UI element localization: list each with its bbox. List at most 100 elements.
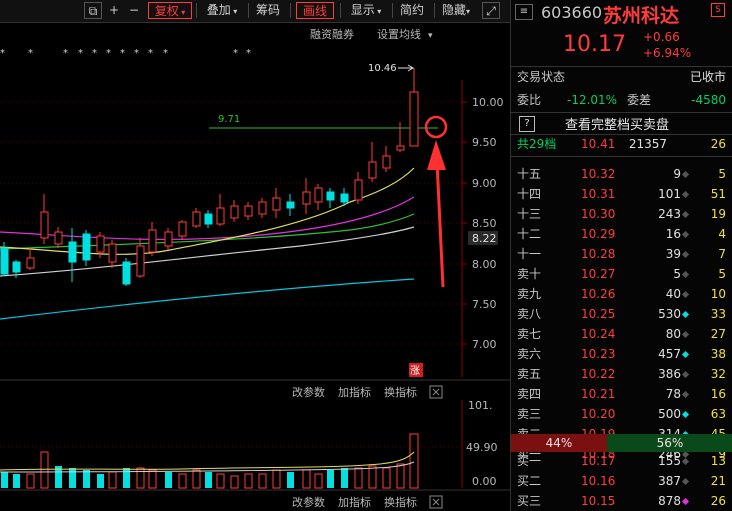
level-price: 10.24 (581, 327, 616, 341)
orderbook-row[interactable]: 买二 10.16 387 21 (515, 472, 729, 491)
orderbook-row[interactable]: 卖五 10.22 386 32 (515, 365, 729, 384)
level-count: 38 (710, 347, 726, 361)
sell-ratio-bar: 56% (607, 434, 732, 452)
jianjie-button[interactable]: 简约 (396, 2, 428, 19)
order-ratio-label: 委比 (517, 93, 542, 107)
diejia-dropdown[interactable]: 叠加 ▾ (200, 2, 244, 19)
orderbook-row[interactable]: 卖四 10.21 78 16 (515, 385, 729, 404)
orderbook-row[interactable]: 卖三 10.20 500 63 (515, 405, 729, 424)
stock-name: 苏州科达 (603, 5, 680, 27)
orderbook-row[interactable]: 卖十 10.27 5 5 (515, 265, 729, 284)
level-volume: 101 (658, 187, 681, 201)
level-label: 卖六 (517, 347, 542, 361)
huaxian-button[interactable]: 画线 (296, 2, 334, 19)
full-orderbook-link[interactable]: 查看完整档买卖盘 (565, 114, 669, 133)
volume-tick: 101. (468, 399, 493, 412)
total-levels-row: 共29档 10.41 21357 26 (515, 135, 729, 154)
divider (511, 66, 732, 67)
level-count: 10 (710, 287, 726, 301)
fullscreen-icon[interactable]: ⤢ (482, 2, 500, 19)
level-label: 买三 (517, 494, 542, 508)
add-indicator-button[interactable]: 加指标 (338, 495, 371, 509)
zoom-in-icon[interactable]: + (106, 2, 122, 19)
level-marker-icon (681, 190, 690, 199)
orderbook-row[interactable]: 十四 10.31 101 51 (515, 185, 729, 204)
order-ratio-value: -12.01% (567, 93, 618, 107)
arrow-up-icon (427, 140, 446, 170)
orderbook-row[interactable]: 卖九 10.26 40 10 (515, 285, 729, 304)
level-price: 10.20 (581, 407, 616, 421)
orderbook-row[interactable]: 十一 10.28 39 7 (515, 245, 729, 264)
ma-settings-link[interactable]: 设置均线 (377, 27, 421, 41)
change-params-button[interactable]: 改参数 (292, 495, 325, 509)
orderbook-row[interactable]: 买一 10.17 155 13 (515, 452, 729, 471)
total-levels-label: 共29档 (517, 137, 557, 151)
divider (196, 3, 197, 18)
level-label: 卖四 (517, 387, 542, 401)
orderbook-row[interactable]: 十五 10.32 9 5 (515, 165, 729, 184)
orderbook-row[interactable]: 十三 10.30 243 19 (515, 205, 729, 224)
caret-down-icon: ▾ (230, 7, 238, 16)
level-count: 63 (710, 407, 726, 421)
level-label: 卖五 (517, 367, 542, 381)
orderbook-row[interactable]: 卖七 10.24 80 27 (515, 325, 729, 344)
switch-indicator-button[interactable]: 换指标 (384, 495, 417, 509)
margin-trading-link[interactable]: 融资融券 (310, 27, 354, 41)
yincang-dropdown[interactable]: 隐藏▾ (436, 2, 476, 19)
level-volume: 5 (673, 267, 681, 281)
level-label: 十五 (517, 167, 542, 181)
orderbook-row[interactable]: 十二 10.29 16 4 (515, 225, 729, 244)
add-indicator-button[interactable]: 加指标 (338, 385, 371, 399)
divider (248, 3, 249, 18)
xianshi-dropdown[interactable]: 显示 ▾ (344, 2, 388, 19)
price-tick: 7.00 (472, 338, 497, 351)
annotation-arrow-shaft (435, 161, 445, 288)
level-price: 10.17 (581, 454, 616, 468)
divider (290, 3, 291, 18)
svg-text:*: * (246, 48, 251, 59)
drawn-line-label: 9.71 (218, 114, 240, 125)
level-label: 卖九 (517, 287, 542, 301)
price-tick: 10.00 (472, 96, 504, 109)
limit-up-text: 涨 (410, 365, 420, 377)
price-tick: 8.50 (472, 217, 497, 230)
help-icon[interactable]: ? (519, 116, 535, 132)
switch-indicator-button[interactable]: 换指标 (384, 385, 417, 399)
kline-chart[interactable]: 融资融券 设置均线 ▾ * * * * * * * * * * * * 10.00 9.50 9… (0, 22, 510, 511)
panel-menu-icon[interactable]: ≡ (515, 4, 533, 20)
level-volume: 500 (658, 407, 681, 421)
orderbook-row[interactable]: 买三 10.15 878 26 (515, 492, 729, 511)
volume-tick: 0.00 (472, 475, 497, 488)
orderbook-row[interactable]: 卖六 10.23 457 38 (515, 345, 729, 364)
caret-down-icon: ▾ (466, 7, 471, 16)
svg-text:*: * (134, 48, 139, 59)
svg-text:*: * (63, 48, 68, 59)
copy-icon[interactable]: ⧉ (84, 2, 102, 19)
chouma-button[interactable]: 筹码 (252, 2, 284, 19)
level-count: 26 (710, 494, 726, 508)
level-marker-icon (681, 370, 690, 379)
fuquan-dropdown[interactable]: 复权 ▾ (148, 2, 192, 19)
level-price: 10.31 (581, 187, 616, 201)
level-label: 卖八 (517, 307, 542, 321)
level-price: 10.28 (581, 247, 616, 261)
buy-ratio-bar: 44% (511, 434, 607, 452)
fuquan-label: 复权 (154, 4, 179, 18)
change-params-button[interactable]: 改参数 (292, 385, 325, 399)
chart-toolbar: ⧉ + − 复权 ▾ 叠加 ▾ 筹码 画线 显示 ▾ 简约 隐藏▾ ⤢ (0, 0, 510, 23)
level-count: 13 (710, 454, 726, 468)
divider (434, 3, 435, 18)
svg-text:*: * (106, 48, 111, 59)
level-count: 51 (710, 187, 726, 201)
price-tick: 8.00 (472, 258, 497, 271)
level-count: 7 (718, 247, 726, 261)
level-label: 买二 (517, 474, 542, 488)
orderbook-row[interactable]: 卖八 10.25 530 33 (515, 305, 729, 324)
divider (392, 3, 393, 18)
level-price: 10.26 (581, 287, 616, 301)
level-price: 10.30 (581, 207, 616, 221)
zoom-out-icon[interactable]: − (126, 2, 142, 19)
volume-tick: 49.90 (466, 441, 498, 454)
level-marker-icon (681, 457, 690, 466)
level-volume: 387 (658, 474, 681, 488)
